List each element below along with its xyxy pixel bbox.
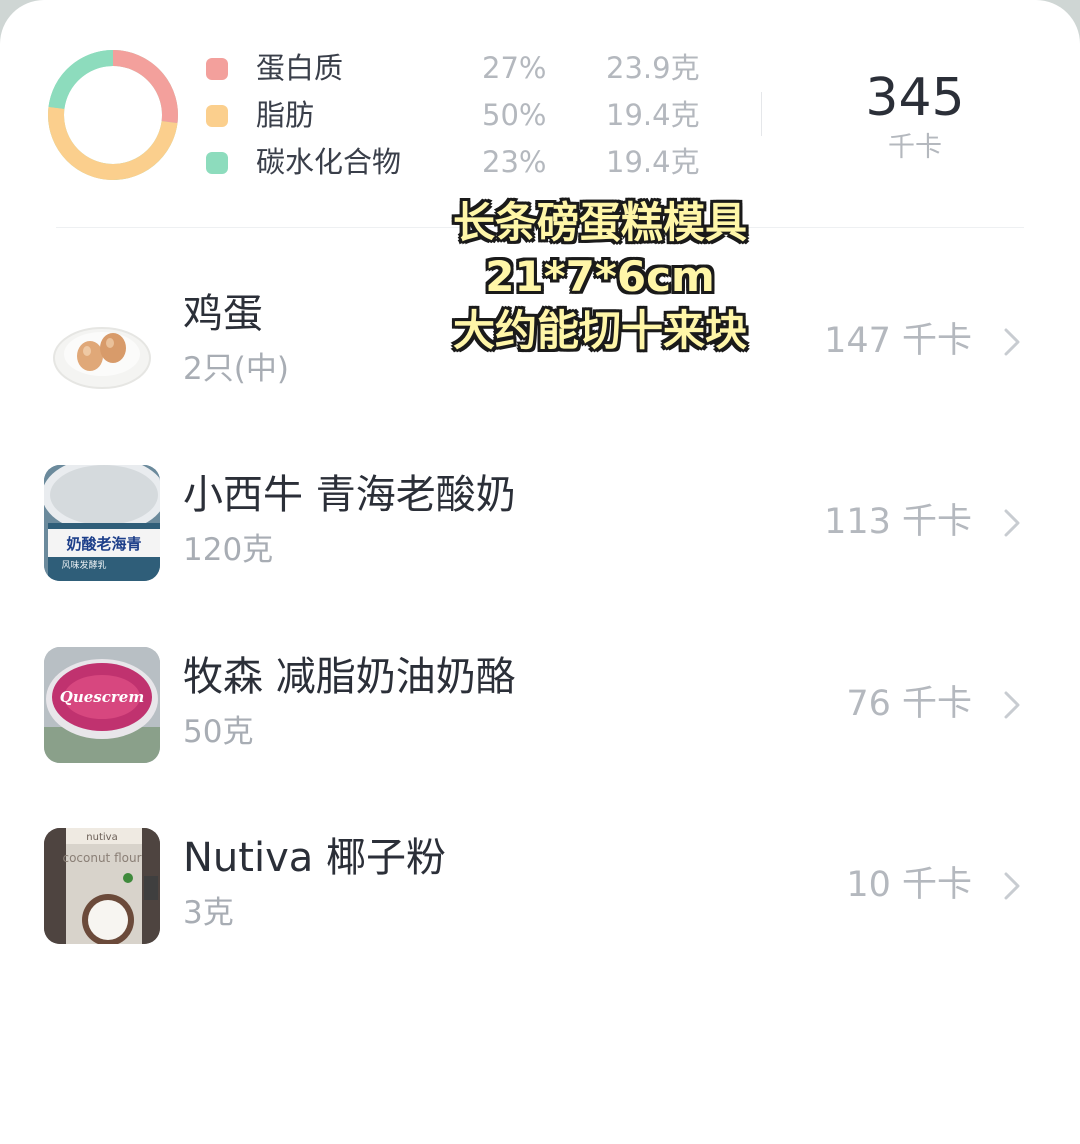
- food-portion: 3克: [183, 895, 234, 931]
- food-kcal: 113 千卡: [824, 502, 972, 542]
- coconut-product-text: coconut flour: [62, 851, 141, 865]
- donut-segment-carbs: [48, 50, 114, 110]
- nutrition-card: 蛋白质 27% 23.9克 脂肪 50% 19.4克 碳水化合物 23% 19.…: [0, 0, 1080, 1144]
- food-portion: 50克: [183, 714, 254, 750]
- coconut-flour-bag-photo-icon: nutiva coconut flour: [44, 828, 160, 944]
- eggs-photo-icon: [44, 284, 160, 400]
- food-name: Nutiva 椰子粉: [183, 835, 446, 881]
- food-kcal: 147 千卡: [824, 321, 972, 361]
- overlay-line-3: 大约能切十来块: [452, 306, 747, 355]
- macro-donut-chart: [48, 50, 178, 180]
- food-kcal: 76 千卡: [846, 684, 972, 724]
- yogurt-tub-photo-icon: 奶酸老海青 风味发酵乳: [44, 465, 160, 581]
- food-name: 鸡蛋: [183, 291, 263, 337]
- overlay-line-2: 21*7*6cm: [485, 252, 715, 301]
- donut-segment-fat: [48, 106, 178, 180]
- macro-row-protein: 蛋白质 27% 23.9克: [206, 48, 726, 88]
- food-name: 小西牛 青海老酸奶: [183, 472, 516, 518]
- macro-amount: 19.4克: [606, 145, 700, 179]
- carbs-color-dot: [206, 152, 228, 174]
- food-kcal: 10 千卡: [846, 865, 972, 905]
- food-item-cream-cheese[interactable]: Quescrem 牧森 减脂奶油奶酪 50克 76 千卡: [0, 629, 1080, 779]
- yogurt-brand-text: 奶酸老海青: [66, 535, 141, 553]
- macro-percent: 50%: [482, 98, 547, 132]
- total-kcal-unit: 千卡: [888, 132, 942, 163]
- summary-divider: [761, 92, 762, 136]
- macro-row-carbs: 碳水化合物 23% 19.4克: [206, 142, 726, 182]
- macro-name: 碳水化合物: [256, 145, 402, 179]
- macro-amount: 23.9克: [606, 51, 700, 85]
- food-portion: 120克: [183, 532, 274, 568]
- cream-cheese-tub-photo-icon: Quescrem: [44, 647, 160, 763]
- donut-segment-protein: [112, 50, 178, 124]
- fat-color-dot: [206, 105, 228, 127]
- overlay-caption: 长条磅蛋糕模具 21*7*6cm 大约能切十来块: [400, 196, 800, 358]
- total-kcal-value: 345: [865, 68, 965, 128]
- macro-name: 脂肪: [256, 98, 315, 132]
- chevron-right-icon: [1004, 872, 1020, 900]
- food-portion: 2只(中): [183, 351, 289, 387]
- macro-amount: 19.4克: [606, 98, 700, 132]
- chevron-right-icon: [1004, 328, 1020, 356]
- macro-percent: 23%: [482, 145, 547, 179]
- protein-color-dot: [206, 58, 228, 80]
- yogurt-subtext: 风味发酵乳: [61, 559, 106, 571]
- chevron-right-icon: [1004, 691, 1020, 719]
- food-item-yogurt[interactable]: 奶酸老海青 风味发酵乳 小西牛 青海老酸奶 120克 113 千卡: [0, 447, 1080, 597]
- macro-row-fat: 脂肪 50% 19.4克: [206, 95, 726, 135]
- chevron-right-icon: [1004, 509, 1020, 537]
- cream-cheese-brand-text: Quescrem: [60, 688, 144, 706]
- overlay-line-1: 长条磅蛋糕模具: [452, 198, 747, 247]
- food-name: 牧森 减脂奶油奶酪: [183, 654, 516, 700]
- food-item-coconut-flour[interactable]: nutiva coconut flour Nutiva 椰子粉 3克 10 千卡: [0, 810, 1080, 960]
- macro-percent: 27%: [482, 51, 547, 85]
- coconut-brand-text: nutiva: [86, 832, 117, 843]
- macro-name: 蛋白质: [256, 51, 344, 85]
